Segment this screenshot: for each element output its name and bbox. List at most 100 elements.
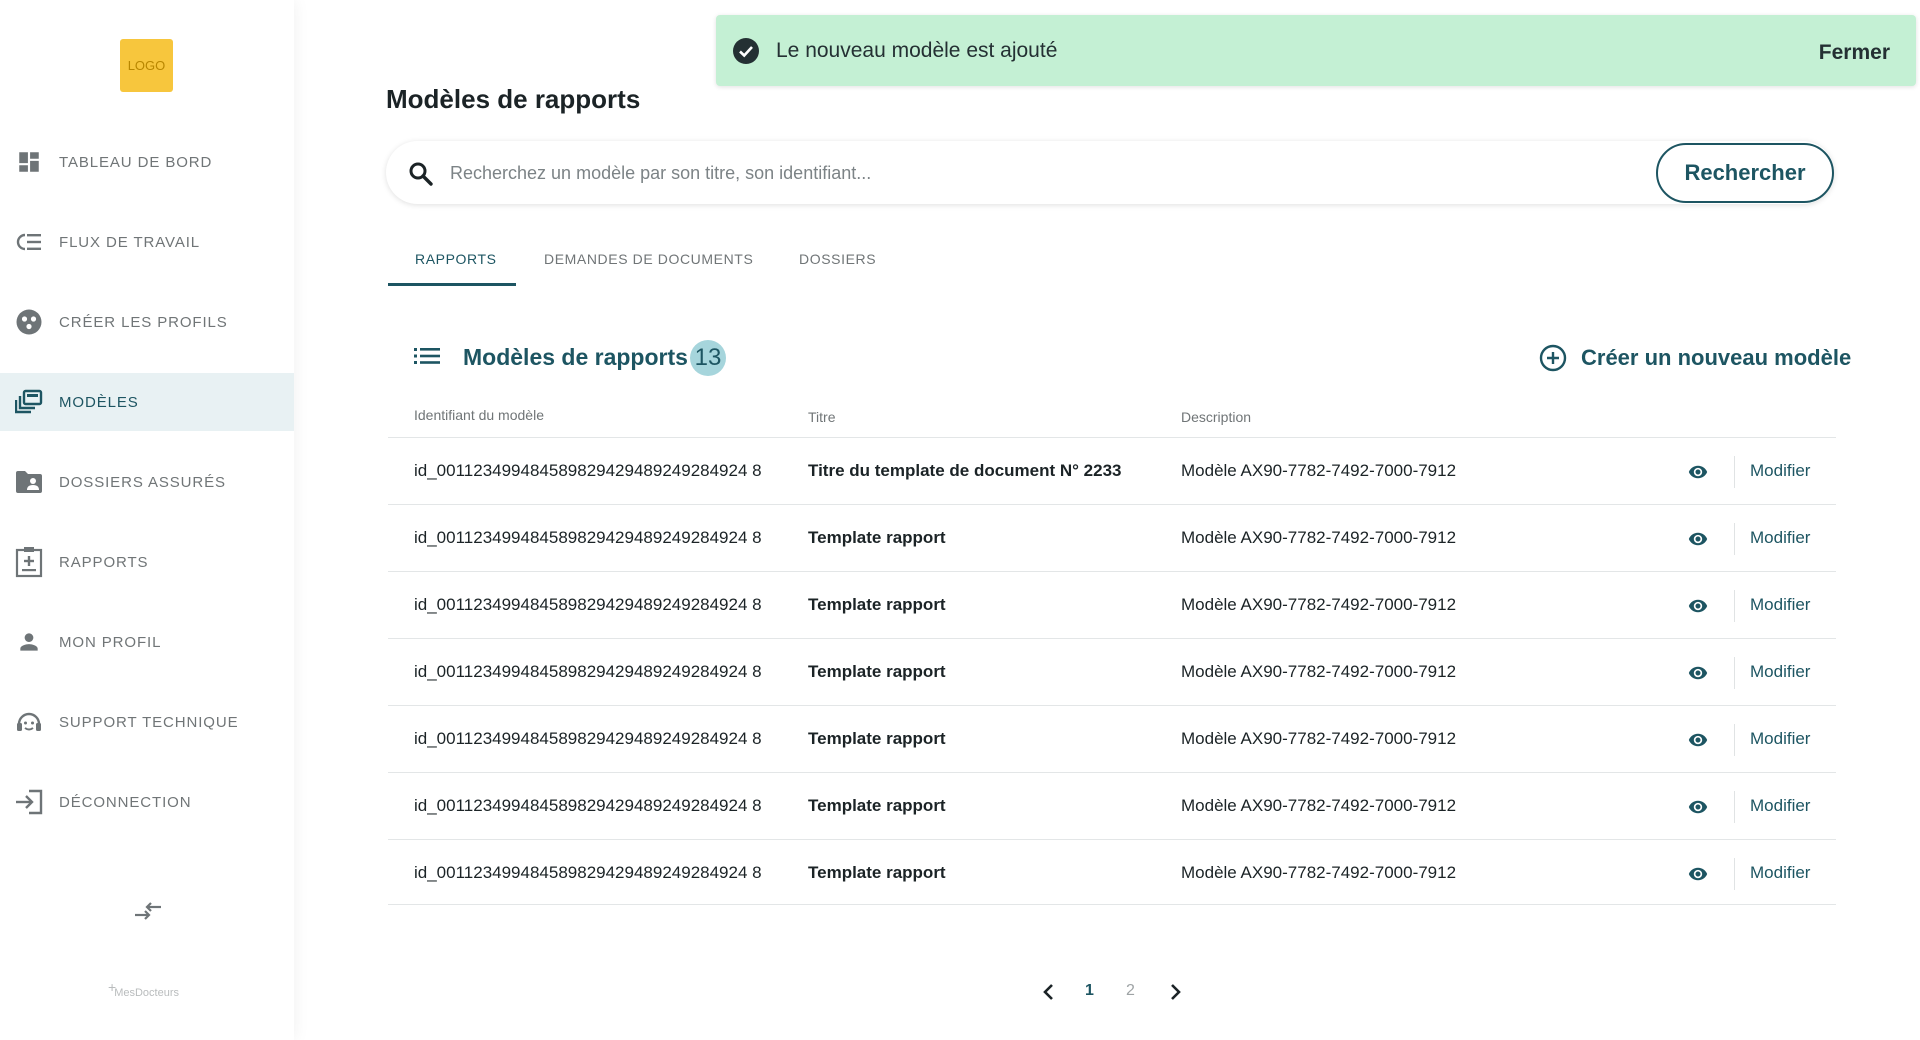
sidebar-item-dossiers-assures[interactable]: DOSSIERS ASSURÉS xyxy=(0,453,294,511)
cell-template-id: id_001123499484589829429489249284924 8 xyxy=(414,796,762,815)
cell-description: Modèle AX90-7782-7492-7000-7912 xyxy=(1181,863,1457,882)
section-title: Modèles de rapports xyxy=(463,344,688,370)
table-row: id_001123499484589829429489249284924 8 Te… xyxy=(388,705,1836,772)
cell-description: Modèle AX90-7782-7492-7000-7912 xyxy=(1181,796,1457,815)
edit-link[interactable]: Modifier xyxy=(1750,796,1810,816)
active-tab-indicator xyxy=(388,283,516,286)
edit-link[interactable]: Modifier xyxy=(1750,461,1810,481)
eye-icon[interactable] xyxy=(1688,797,1708,817)
chevron-left-icon[interactable] xyxy=(1040,982,1058,1002)
action-divider xyxy=(1734,456,1735,488)
brand-name: MesDocteurs xyxy=(114,987,179,999)
tab-dossiers[interactable]: DOSSIERS xyxy=(799,251,876,267)
sidebar-item-tableau-de-bord[interactable]: TABLEAU DE BORD xyxy=(0,133,294,191)
sidebar-item-label: SUPPORT TECHNIQUE xyxy=(59,713,239,731)
cell-description: Modèle AX90-7782-7492-7000-7912 xyxy=(1181,528,1457,547)
search-input[interactable] xyxy=(450,156,1630,190)
search-button[interactable]: Rechercher xyxy=(1656,143,1834,203)
table-row: id_001123499484589829429489249284924 8 Te… xyxy=(388,839,1836,906)
dashboard-icon xyxy=(14,147,44,177)
add-circle-icon xyxy=(1539,344,1567,372)
toast-message: Le nouveau modèle est ajouté xyxy=(776,39,1058,62)
action-divider xyxy=(1734,791,1735,823)
edit-link[interactable]: Modifier xyxy=(1750,863,1810,883)
logo-label: LOGO xyxy=(127,58,166,73)
page-title: Modèles de rapports xyxy=(386,84,641,114)
sidebar-item-support-technique[interactable]: SUPPORT TECHNIQUE xyxy=(0,693,294,751)
table-row: id_001123499484589829429489249284924 8 Te… xyxy=(388,772,1836,839)
table-bottom-divider xyxy=(388,904,1836,905)
cell-title: Template rapport xyxy=(808,662,946,681)
sidebar-item-label: MON PROFIL xyxy=(59,633,162,651)
create-template-label: Créer un nouveau modèle xyxy=(1581,345,1852,370)
sidebar-item-creer-les-profils[interactable]: CRÉER LES PROFILS xyxy=(0,293,294,351)
swap-arrows-icon[interactable] xyxy=(133,900,163,922)
logout-icon xyxy=(14,787,44,817)
column-header-title: Titre xyxy=(808,409,836,425)
cell-template-id: id_001123499484589829429489249284924 8 xyxy=(414,662,762,681)
sidebar-item-label: TABLEAU DE BORD xyxy=(59,153,213,171)
edit-link[interactable]: Modifier xyxy=(1750,528,1810,548)
tab-demandes-de-documents[interactable]: DEMANDES DE DOCUMENTS xyxy=(544,251,753,267)
support-icon xyxy=(14,707,44,737)
sidebar-item-label: MODÈLES xyxy=(59,393,139,411)
eye-icon[interactable] xyxy=(1688,462,1708,482)
toast-close-button[interactable]: Fermer xyxy=(1819,41,1890,65)
cell-title: Template rapport xyxy=(808,528,946,547)
sidebar: LOGO TABLEAU DE BORD FLUX DE TRAVAIL CRÉ… xyxy=(0,0,294,1040)
brand-logo: +MesDocteurs xyxy=(108,979,179,999)
search-box xyxy=(386,141,1834,204)
sidebar-item-label: CRÉER LES PROFILS xyxy=(59,313,228,331)
cell-title: Titre du template de document N° 2233 xyxy=(808,461,1122,480)
tab-rapports[interactable]: RAPPORTS xyxy=(415,251,497,267)
sidebar-item-mon-profil[interactable]: MON PROFIL xyxy=(0,613,294,671)
cell-template-id: id_001123499484589829429489249284924 8 xyxy=(414,729,762,748)
folder-user-icon xyxy=(14,467,44,497)
column-header-description: Description xyxy=(1181,409,1252,425)
search-icon xyxy=(408,161,434,187)
eye-icon[interactable] xyxy=(1688,864,1708,884)
sidebar-item-deconnection[interactable]: DÉCONNECTION xyxy=(0,773,294,831)
sidebar-item-modeles[interactable]: MODÈLES xyxy=(0,373,294,431)
action-divider xyxy=(1734,657,1735,689)
eye-icon[interactable] xyxy=(1688,730,1708,750)
logo[interactable]: LOGO xyxy=(120,39,173,92)
cell-template-id: id_001123499484589829429489249284924 8 xyxy=(414,528,762,547)
cell-description: Modèle AX90-7782-7492-7000-7912 xyxy=(1181,729,1457,748)
action-divider xyxy=(1734,724,1735,756)
sidebar-item-label: DOSSIERS ASSURÉS xyxy=(59,473,226,491)
success-toast: Le nouveau modèle est ajouté Fermer xyxy=(716,15,1916,86)
sidebar-item-flux-de-travail[interactable]: FLUX DE TRAVAIL xyxy=(0,213,294,271)
eye-icon[interactable] xyxy=(1688,663,1708,683)
sidebar-item-label: DÉCONNECTION xyxy=(59,793,192,811)
action-divider xyxy=(1734,523,1735,555)
cell-description: Modèle AX90-7782-7492-7000-7912 xyxy=(1181,662,1457,681)
table-row: id_001123499484589829429489249284924 8 Te… xyxy=(388,571,1836,638)
cell-title: Template rapport xyxy=(808,863,946,882)
table-row: id_001123499484589829429489249284924 8 Ti… xyxy=(388,437,1836,504)
chevron-right-icon[interactable] xyxy=(1166,982,1184,1002)
page-2[interactable]: 2 xyxy=(1126,982,1135,1000)
sidebar-item-rapports[interactable]: RAPPORTS xyxy=(0,533,294,591)
page-1[interactable]: 1 xyxy=(1085,982,1094,1000)
edit-link[interactable]: Modifier xyxy=(1750,595,1810,615)
table-row: id_001123499484589829429489249284924 8 Te… xyxy=(388,504,1836,571)
report-icon xyxy=(14,547,44,578)
cell-template-id: id_001123499484589829429489249284924 8 xyxy=(414,595,762,614)
list-icon xyxy=(414,346,440,366)
create-template-button[interactable]: Créer un nouveau modèle xyxy=(1539,344,1851,372)
sidebar-item-label: RAPPORTS xyxy=(59,553,149,571)
cell-title: Template rapport xyxy=(808,729,946,748)
cell-description: Modèle AX90-7782-7492-7000-7912 xyxy=(1181,595,1457,614)
profiles-icon xyxy=(14,307,44,337)
person-icon xyxy=(14,627,44,657)
column-header-id: Identifiant du modèle xyxy=(414,407,544,423)
edit-link[interactable]: Modifier xyxy=(1750,729,1810,749)
eye-icon[interactable] xyxy=(1688,596,1708,616)
table-row: id_001123499484589829429489249284924 8 Te… xyxy=(388,638,1836,705)
cell-template-id: id_001123499484589829429489249284924 8 xyxy=(414,863,762,882)
action-divider xyxy=(1734,858,1735,890)
edit-link[interactable]: Modifier xyxy=(1750,662,1810,682)
action-divider xyxy=(1734,590,1735,622)
eye-icon[interactable] xyxy=(1688,529,1708,549)
